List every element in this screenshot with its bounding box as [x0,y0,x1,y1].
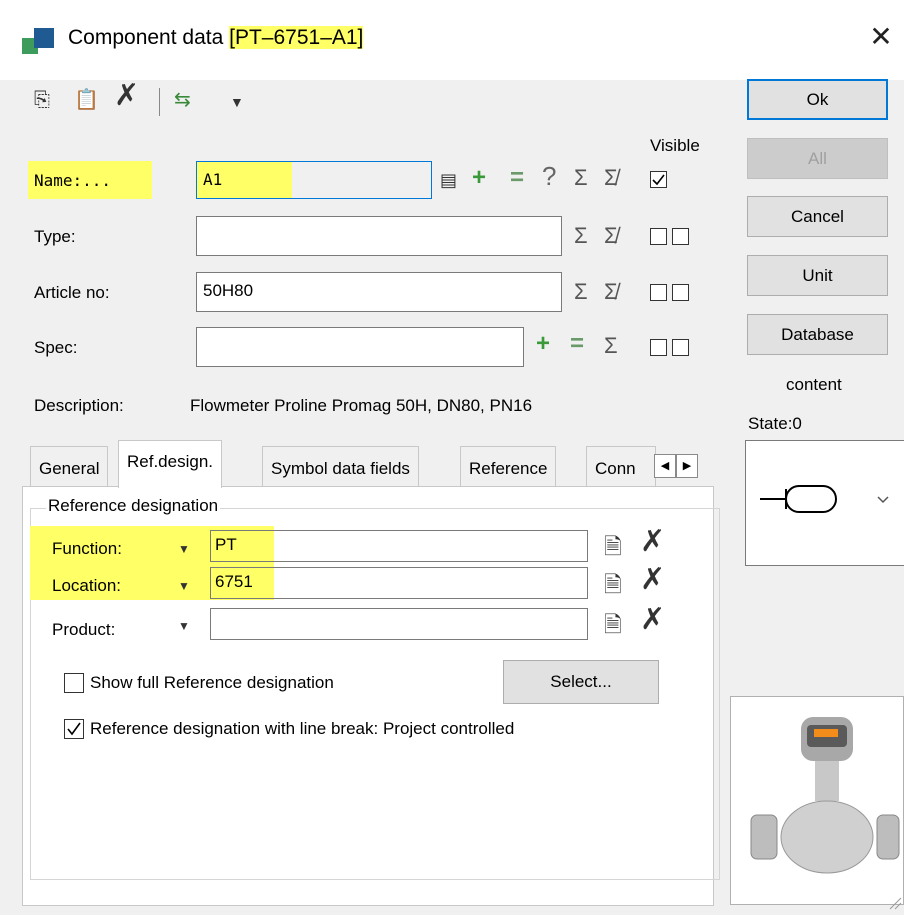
function-value: PT [215,535,237,554]
select-button[interactable]: Select... [503,660,659,704]
product-input[interactable] [210,608,588,640]
title-highlight: [PT–6751–A1] [229,26,364,49]
location-dropdown-icon[interactable]: ▼ [178,576,190,596]
spec-sum-icon[interactable]: Σ [604,335,618,357]
article-visible-checkbox-2[interactable] [672,284,689,301]
close-icon[interactable]: ✕ [866,22,896,52]
name-visible-checkbox[interactable] [650,171,667,188]
tab-reference[interactable]: Reference [460,446,557,486]
tab-symbol-data-fields-label: Symbol data fields [271,459,410,478]
location-value: 6751 [215,572,253,591]
tab-symbol-data-fields[interactable]: Symbol data fields [262,446,419,486]
type-label[interactable]: Type: [34,227,76,247]
function-clear-icon[interactable]: ✗ [640,527,665,557]
article-sum-check-icon[interactable]: Σ̸ [604,281,618,303]
unit-button[interactable]: Unit [747,255,888,296]
swap-icon[interactable]: ⇆ [174,90,191,110]
device-image [730,696,904,905]
spec-visible-checkbox-2[interactable] [672,339,689,356]
tab-reference-label: Reference [469,459,548,478]
type-sum-check-icon[interactable]: Σ̸ [604,225,618,247]
location-label: Location: [52,576,121,595]
location-doc-icon[interactable]: 🗎 [604,574,622,596]
article-value: 50H80 [203,281,254,300]
article-visible-checkbox-1[interactable] [650,284,667,301]
name-value: A1 [203,170,223,189]
app-icon [22,24,58,58]
ok-button[interactable]: Ok [747,79,888,120]
type-sum-icon[interactable]: Σ [574,225,588,247]
product-dropdown-icon[interactable]: ▼ [178,616,190,636]
sum-check-icon[interactable]: Σ̸ [604,167,618,189]
article-label[interactable]: Article no: [34,283,110,303]
spec-plus-icon[interactable]: + [536,332,550,356]
show-full-label[interactable]: Show full Reference designation [90,673,334,693]
database-button[interactable]: Database [747,314,888,355]
spec-label[interactable]: Spec: [34,338,77,358]
product-label: Product: [52,620,116,639]
name-label[interactable]: Name:... [34,171,111,190]
type-visible-checkbox-2[interactable] [672,228,689,245]
article-input[interactable]: 50H80 [196,272,562,312]
resize-grip-icon[interactable] [888,895,902,910]
line-break-label[interactable]: Reference designation with line break: P… [90,719,514,739]
tab-ref-design-label: Ref.design. [127,452,213,471]
function-doc-icon[interactable]: 🗎 [604,536,622,558]
line-break-checkbox[interactable] [64,719,84,739]
content-label: content [786,375,842,394]
delete-icon[interactable]: ✗ [114,81,139,111]
tab-general-label: General [39,459,100,478]
window-title: Component data [PT–6751–A1] [68,26,364,50]
state-label: State:0 [748,414,802,433]
function-input[interactable]: PT [210,530,588,562]
tab-scroll-right[interactable]: ▶ [676,454,698,478]
list-icon[interactable]: ▤ [440,170,457,190]
function-dropdown-icon[interactable]: ▼ [178,539,190,559]
spec-visible-checkbox-1[interactable] [650,339,667,356]
spec-equals-icon[interactable]: = [570,332,584,356]
sum-icon[interactable]: Σ [574,167,588,189]
symbol-selector[interactable] [745,440,904,566]
description-value: Flowmeter Proline Promag 50H, DN80, PN16 [190,396,533,415]
tab-ref-design[interactable]: Ref.design. [118,440,222,488]
tab-connections-label: Conn [595,459,636,478]
type-visible-checkbox-1[interactable] [650,228,667,245]
tab-general[interactable]: General [30,446,109,486]
question-icon[interactable]: ? [542,163,556,189]
name-input[interactable]: A1 [196,161,432,199]
cancel-button[interactable]: Cancel [747,196,888,237]
location-input[interactable]: 6751 [210,567,588,599]
spec-input[interactable] [196,327,524,367]
function-label: Function: [52,539,122,558]
tab-scroll-left[interactable]: ◀ [654,454,676,478]
symbol-preview-icon [760,485,889,513]
tab-connections[interactable]: Conn [586,446,656,486]
location-clear-icon[interactable]: ✗ [640,565,665,595]
group-title: Reference designation [46,496,221,516]
title-prefix: Component data [68,26,224,49]
description-label: Description: [34,396,124,415]
visible-header: Visible [650,136,700,155]
copy-icon[interactable]: ⎘ [34,90,50,110]
paste-icon[interactable]: 📋 [74,90,99,110]
show-full-checkbox[interactable] [64,673,84,693]
article-sum-icon[interactable]: Σ [574,281,588,303]
toolbar-separator [159,88,160,116]
product-doc-icon[interactable]: 🗎 [604,614,622,636]
chevron-down-icon[interactable]: ▼ [230,92,244,112]
equals-icon[interactable]: = [510,166,524,190]
plus-icon[interactable]: + [472,166,486,190]
product-clear-icon[interactable]: ✗ [640,605,665,635]
type-input[interactable] [196,216,562,256]
toolbar: ⎘ 📋 ✗ ⇆ ▼ [34,81,254,116]
all-button[interactable]: All [747,138,888,179]
